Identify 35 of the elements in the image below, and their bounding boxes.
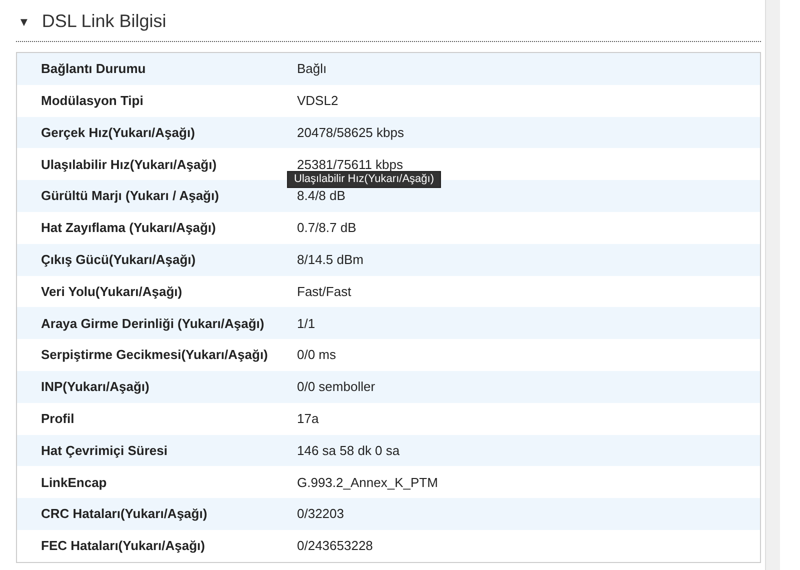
- row-value: VDSL2: [297, 92, 338, 110]
- row-label: Profil: [40, 410, 76, 428]
- row-value: Fast/Fast: [297, 282, 352, 301]
- row-label: Hat Zayıflama (Yukarı/Aşağı): [40, 219, 217, 238]
- row-value: 25381/75611 kbps: [297, 156, 404, 174]
- row-label: LinkEncap: [40, 474, 108, 492]
- row-value: 0/0 semboller: [297, 378, 376, 396]
- row-label: Gerçek Hız(Yukarı/Aşağı): [40, 124, 196, 142]
- row-label: FEC Hataları(Yukarı/Aşağı): [40, 537, 206, 556]
- row-value: 146 sa 58 dk 0 sa: [297, 442, 400, 460]
- row-value: 17a: [297, 410, 319, 428]
- row-label: Gürültü Marjı (Yukarı / Aşağı): [40, 187, 220, 206]
- row-value: Bağlı: [297, 60, 327, 78]
- row-value: 0/243653228: [297, 537, 373, 556]
- section-title: DSL Link Bilgisi: [42, 10, 166, 33]
- row-label: INP(Yukarı/Aşağı): [40, 378, 150, 396]
- row-value: 0.7/8.7 dB: [297, 219, 356, 238]
- row-label: Bağlantı Durumu: [40, 60, 147, 78]
- row-label: Modülasyon Tipi: [40, 92, 144, 110]
- row-value: 0/0 ms: [297, 346, 336, 364]
- row-label: Serpiştirme Gecikmesi(Yukarı/Aşağı): [40, 346, 269, 364]
- row-label: Veri Yolu(Yukarı/Aşağı): [40, 282, 184, 301]
- row-value: 20478/58625 kbps: [297, 124, 404, 142]
- row-label: Ulaşılabilir Hız(Yukarı/Aşağı): [40, 156, 218, 174]
- row-label: Araya Girme Derinliği (Yukarı/Aşağı): [40, 314, 266, 333]
- row-value: 8/14.5 dBm: [297, 250, 364, 269]
- row-label: Çıkış Gücü(Yukarı/Aşağı): [40, 250, 197, 269]
- row-value: 0/32203: [297, 505, 344, 524]
- row-label: Hat Çevrimiçi Süresi: [40, 442, 168, 460]
- row-value: G.993.2_Annex_K_PTM: [297, 474, 438, 492]
- row-label: CRC Hataları(Yukarı/Aşağı): [40, 505, 208, 524]
- tooltip: Ulaşılabilir Hız(Yukarı/Aşağı): [287, 171, 441, 188]
- expand-caret-icon[interactable]: ▼: [18, 12, 30, 30]
- row-value: 8.4/8 dB: [297, 187, 346, 206]
- row-value: 1/1: [297, 314, 316, 333]
